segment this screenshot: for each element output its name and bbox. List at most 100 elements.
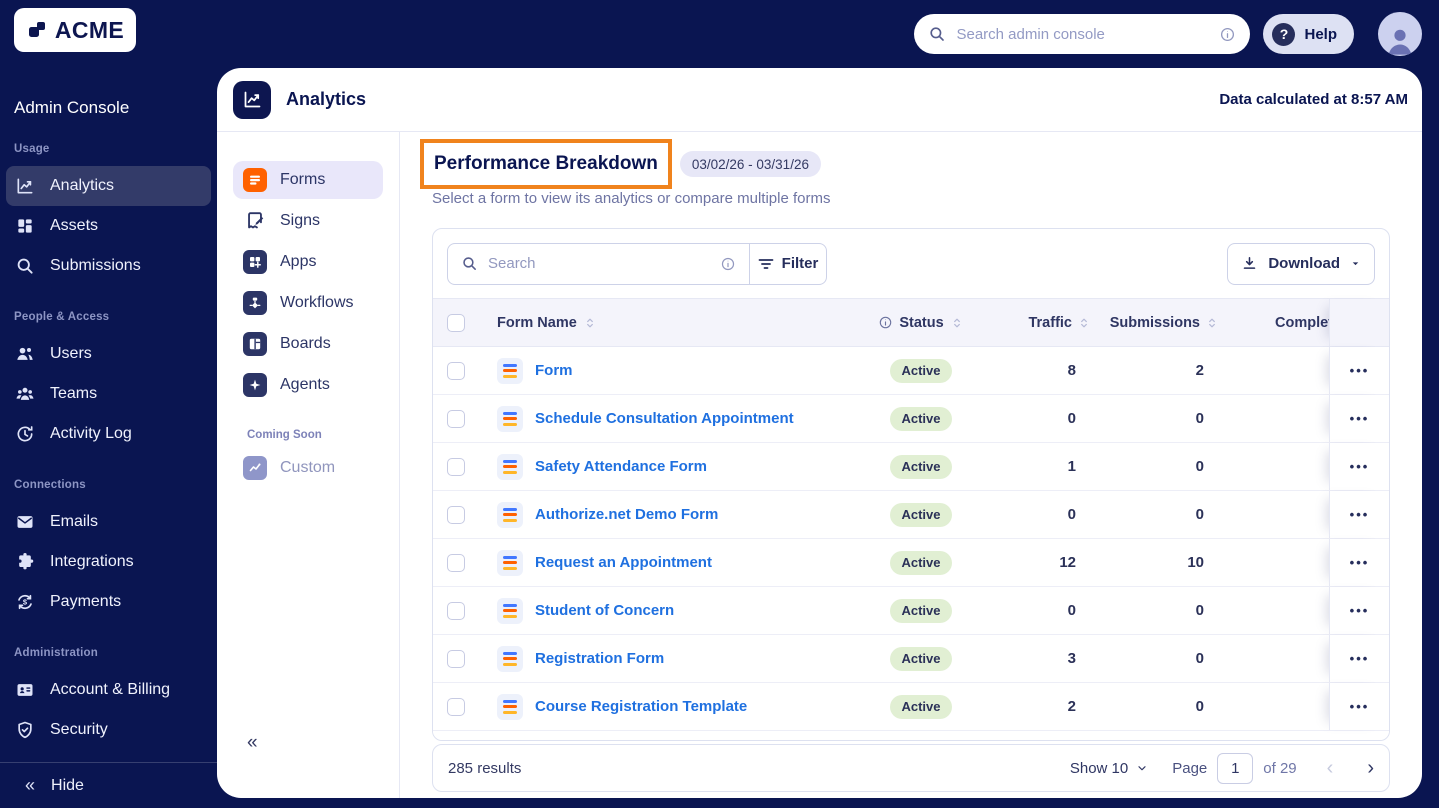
section-title: Performance Breakdown (434, 153, 658, 174)
nav-item-signs[interactable]: Signs (233, 202, 383, 240)
traffic-value: 12 (1059, 554, 1076, 571)
activity-log-icon (15, 424, 35, 444)
status-badge: Active (890, 598, 952, 623)
form-name-link[interactable]: Course Registration Template (535, 698, 747, 715)
sidebar-item-security[interactable]: Security (6, 710, 211, 750)
sidebar-item-integrations[interactable]: Integrations (6, 542, 211, 582)
table-row: Schedule Consultation Appointment Active… (433, 395, 1389, 443)
filter-button[interactable]: Filter (750, 244, 826, 284)
topbar: ACME ? Help (0, 0, 1439, 68)
form-name-link[interactable]: Student of Concern (535, 602, 674, 619)
sidebar-item-users[interactable]: Users (6, 334, 211, 374)
account-billing-icon (15, 680, 35, 700)
table-search-input[interactable] (488, 255, 710, 272)
sidebar-item-label: Emails (50, 513, 99, 530)
more-options-button[interactable]: ••• (1350, 651, 1370, 666)
brand-logo[interactable]: ACME (14, 8, 136, 52)
sidebar-item-assets[interactable]: Assets (6, 206, 211, 246)
row-checkbox[interactable] (447, 409, 465, 428)
row-checkbox[interactable] (447, 457, 465, 476)
status-badge: Active (890, 406, 952, 431)
sidebar-item-submissions[interactable]: Submissions (6, 246, 211, 286)
emails-icon (15, 512, 35, 532)
form-name-link[interactable]: Safety Attendance Form (535, 458, 707, 475)
status-badge: Active (890, 694, 952, 719)
column-form-name[interactable]: Form Name (479, 315, 851, 331)
sidebar-item-teams[interactable]: Teams (6, 374, 211, 414)
row-checkbox[interactable] (447, 697, 465, 716)
sidebar-item-account-billing[interactable]: Account & Billing (6, 670, 211, 710)
product-nav-collapse-button[interactable]: « (247, 732, 258, 754)
global-search (914, 14, 1251, 54)
sort-icon (583, 316, 597, 330)
download-icon (1241, 255, 1258, 272)
page-title: Analytics (286, 89, 367, 109)
form-icon (497, 357, 523, 384)
person-icon (1388, 29, 1412, 55)
sidebar-item-label: Account & Billing (50, 681, 171, 698)
page-number-input[interactable] (1217, 752, 1254, 784)
pagination-bar: 285 results Show 10 Page of 29 ‹ › (432, 744, 1390, 792)
hide-label: Hide (51, 776, 84, 794)
section-label-people-access: People & Access (14, 311, 110, 323)
nav-item-custom[interactable]: Custom (233, 449, 383, 487)
more-options-button[interactable]: ••• (1350, 507, 1370, 522)
date-range-chip[interactable]: 03/02/26 - 03/31/26 (679, 151, 821, 177)
info-icon[interactable] (720, 256, 736, 272)
global-search-input[interactable] (956, 25, 1210, 43)
row-checkbox[interactable] (447, 361, 465, 380)
status-badge: Active (890, 454, 952, 479)
show-per-page-select[interactable]: Show 10 (1070, 760, 1148, 777)
traffic-value: 3 (1067, 650, 1076, 667)
sidebar-item-emails[interactable]: Emails (6, 502, 211, 542)
row-checkbox[interactable] (447, 649, 465, 668)
sort-icon (1205, 316, 1219, 330)
form-name-link[interactable]: Form (535, 362, 573, 379)
form-name-link[interactable]: Registration Form (535, 650, 664, 667)
coming-soon-label: Coming Soon (247, 429, 322, 441)
nav-item-agents[interactable]: Agents (233, 366, 383, 404)
sidebar-item-analytics[interactable]: Analytics (6, 166, 211, 206)
help-button[interactable]: ? Help (1263, 14, 1354, 54)
form-icon (497, 453, 523, 480)
sidebar-item-activity-log[interactable]: Activity Log (6, 414, 211, 454)
more-options-button[interactable]: ••• (1350, 363, 1370, 378)
table-row: Registration Form Active 3 0 ••• (433, 635, 1389, 683)
section-label-administration: Administration (14, 647, 98, 659)
select-all-checkbox[interactable] (447, 313, 465, 332)
form-name-link[interactable]: Schedule Consultation Appointment (535, 410, 794, 427)
row-checkbox[interactable] (447, 601, 465, 620)
nav-item-forms[interactable]: Forms (233, 161, 383, 199)
partial-row (433, 731, 1389, 740)
form-name-link[interactable]: Request an Appointment (535, 554, 712, 571)
form-name-link[interactable]: Authorize.net Demo Form (535, 506, 718, 523)
signs-icon (243, 209, 267, 233)
previous-page-button[interactable]: ‹ (1327, 757, 1334, 780)
nav-item-workflows[interactable]: Workflows (233, 284, 383, 322)
table-search-group: Filter (447, 242, 827, 285)
column-submissions[interactable]: Submissions (1101, 315, 1229, 331)
next-page-button[interactable]: › (1367, 757, 1374, 780)
content-area: Performance Breakdown 03/02/26 - 03/31/2… (400, 132, 1422, 798)
nav-item-label: Apps (280, 253, 317, 270)
row-checkbox[interactable] (447, 505, 465, 524)
more-options-button[interactable]: ••• (1350, 411, 1370, 426)
more-options-button[interactable]: ••• (1350, 699, 1370, 714)
sidebar-item-payments[interactable]: $ Payments (6, 582, 211, 622)
download-button[interactable]: Download (1227, 242, 1375, 285)
analytics-icon (15, 176, 35, 196)
submissions-value: 0 (1195, 698, 1204, 715)
more-options-button[interactable]: ••• (1350, 603, 1370, 618)
sidebar-hide-button[interactable]: « Hide (0, 762, 217, 808)
column-traffic[interactable]: Traffic (991, 315, 1101, 331)
row-checkbox[interactable] (447, 553, 465, 572)
info-icon[interactable] (878, 315, 893, 330)
column-status[interactable]: Status (851, 315, 991, 331)
avatar[interactable] (1378, 12, 1422, 56)
nav-item-boards[interactable]: Boards (233, 325, 383, 363)
data-calculated-note: Data calculated at 8:57 AM (1219, 91, 1408, 108)
more-options-button[interactable]: ••• (1350, 555, 1370, 570)
more-options-button[interactable]: ••• (1350, 459, 1370, 474)
nav-item-apps[interactable]: Apps (233, 243, 383, 281)
info-icon[interactable] (1219, 26, 1236, 43)
